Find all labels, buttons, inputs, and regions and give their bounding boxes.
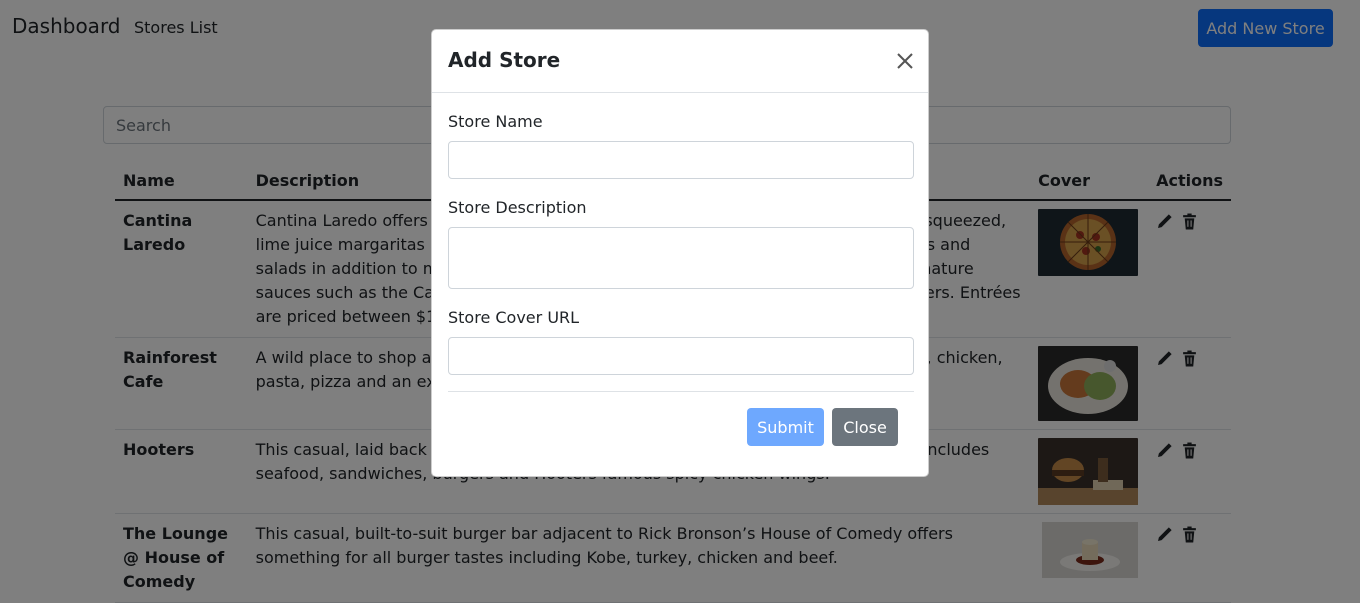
submit-button[interactable]: Submit (747, 408, 824, 446)
close-icon[interactable] (894, 50, 916, 72)
store-description-textarea[interactable] (448, 227, 914, 289)
store-name-input[interactable] (448, 141, 914, 179)
modal-title: Add Store (448, 48, 561, 72)
store-cover-url-label: Store Cover URL (448, 308, 580, 327)
modal-divider (448, 391, 914, 392)
store-cover-url-input[interactable] (448, 337, 914, 375)
store-description-label: Store Description (448, 198, 587, 217)
store-name-label: Store Name (448, 112, 543, 131)
add-store-modal: Add Store Store Name Store Description S… (431, 29, 929, 477)
modal-header: Add Store (432, 30, 928, 93)
close-button[interactable]: Close (832, 408, 898, 446)
